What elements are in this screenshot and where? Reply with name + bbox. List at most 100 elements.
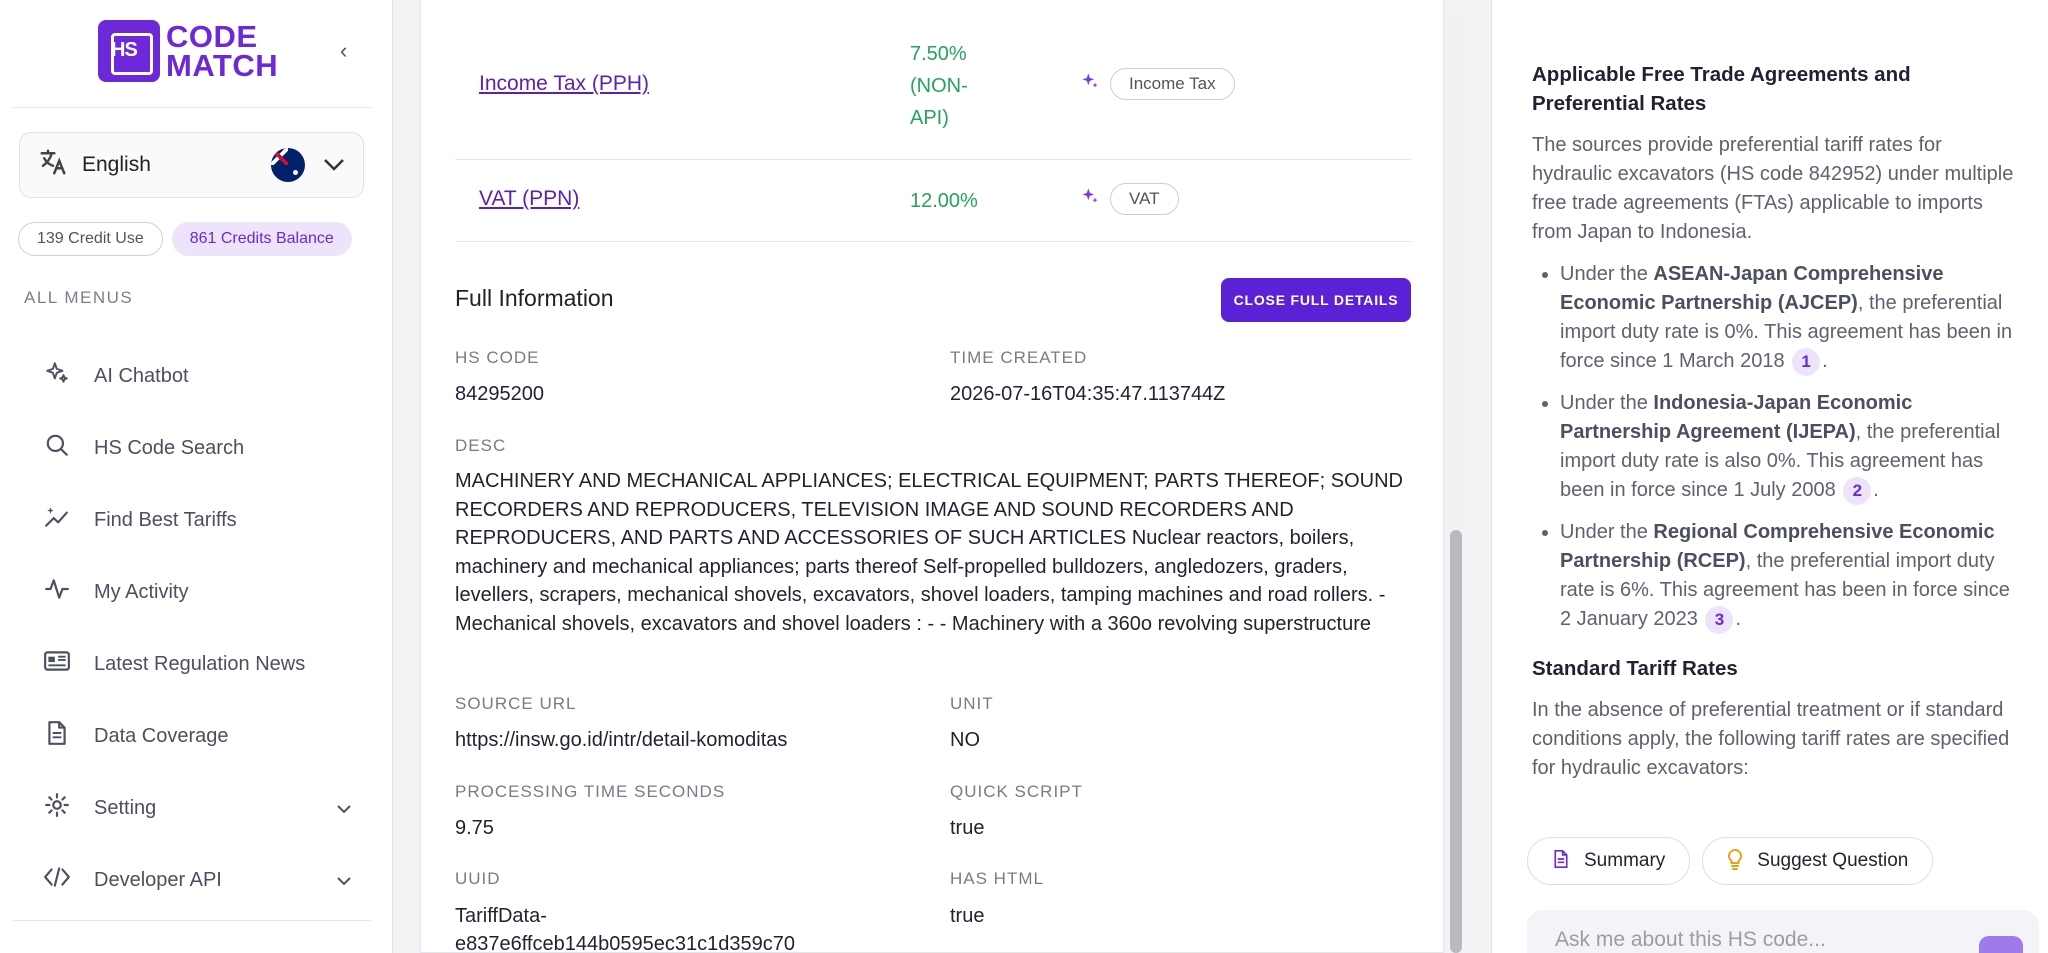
sparkles-icon <box>42 360 72 393</box>
field-label-uuid: UUID <box>455 869 501 888</box>
full-information-title: Full Information <box>455 285 614 311</box>
list-item: Under the ASEAN-Japan Comprehensive Econ… <box>1560 260 2022 376</box>
field-label-hs-code: HS CODE <box>455 348 540 367</box>
sidebar-item-latest-regulation-news[interactable]: Latest Regulation News <box>42 628 352 700</box>
sparkles-icon <box>1080 71 1100 97</box>
tax-rate: 7.50% (NON- API) <box>910 38 968 134</box>
field-value-uuid: TariffData- e837e6ffceb144b0595ec31c1d35… <box>455 902 795 953</box>
list-item: Under the Indonesia-Japan Economic Partn… <box>1560 389 2022 505</box>
field-value-hs-code: 84295200 <box>455 383 544 405</box>
field-label-processing-time: PROCESSING TIME SECONDS <box>455 782 726 801</box>
field-value-has-html: true <box>950 905 985 927</box>
tax-row: Income Tax (PPH) 7.50% (NON- API) Income… <box>455 14 1411 160</box>
summary-label: Summary <box>1584 850 1666 871</box>
sidebar-item-find-best-tariffs[interactable]: Find Best Tariffs <box>42 484 352 556</box>
document-icon <box>42 720 72 753</box>
list-item: Under the Regional Comprehensive Economi… <box>1560 518 2022 634</box>
bullet-prefix: Under the <box>1560 521 1654 543</box>
citation-badge[interactable]: 1 <box>1792 348 1821 376</box>
gear-icon <box>42 792 72 825</box>
logo[interactable]: HS CODE MATCH <box>98 20 278 82</box>
sidebar-item-hs-code-search[interactable]: HS Code Search <box>42 412 352 484</box>
chat-paragraph-2: In the absence of preferential treatment… <box>1532 699 2010 779</box>
sidebar-divider <box>13 920 371 921</box>
chat-panel: Applicable Free Trade Agreements and Pre… <box>1491 0 2048 953</box>
field-value-processing-time: 9.75 <box>455 817 494 839</box>
tax-tag-group: Income Tax <box>1080 68 1235 100</box>
flag-icon <box>271 148 305 182</box>
main-scrollbar-thumb[interactable] <box>1450 530 1462 953</box>
field-label-time-created: TIME CREATED <box>950 348 1088 367</box>
sidebar-item-label: Latest Regulation News <box>94 652 306 675</box>
tax-rate-line: API) <box>910 107 949 129</box>
lightbulb-icon <box>1727 848 1743 875</box>
sidebar-item-label: Developer API <box>94 868 222 891</box>
field-value-source-url: https://insw.go.id/intr/detail-komoditas <box>455 729 788 751</box>
language-label: English <box>82 153 151 176</box>
sidebar-item-label: My Activity <box>94 580 189 603</box>
chat-paragraph: The sources provide preferential tariff … <box>1532 134 2014 243</box>
sidebar-item-ai-chatbot[interactable]: AI Chatbot <box>42 340 352 412</box>
sidebar: HS CODE MATCH ‹ English 139 Credit Use 8… <box>0 0 393 953</box>
collapse-sidebar-chevron-left-icon[interactable]: ‹ <box>340 38 347 64</box>
chevron-down-icon <box>336 798 352 819</box>
uuid-line: TariffData- <box>455 905 547 927</box>
logo-mark: HS <box>98 20 160 82</box>
chat-input-container <box>1527 910 2039 953</box>
tax-row: VAT (PPN) 12.00% VAT <box>455 160 1411 242</box>
close-full-details-button[interactable]: CLOSE FULL DETAILS <box>1221 278 1411 322</box>
sidebar-item-label: Find Best Tariffs <box>94 508 237 531</box>
chat-heading: Applicable Free Trade Agreements and Pre… <box>1532 63 1911 115</box>
suggest-question-button[interactable]: Suggest Question <box>1702 837 1934 885</box>
tax-tag-group: VAT <box>1080 183 1179 215</box>
sidebar-item-data-coverage[interactable]: Data Coverage <box>42 700 352 772</box>
chat-input[interactable] <box>1555 910 1975 953</box>
sidebar-item-label: Data Coverage <box>94 724 229 747</box>
sidebar-menu: AI Chatbot HS Code Search Find Best Tari… <box>42 340 352 916</box>
tax-rate-line: (NON- <box>910 75 968 97</box>
activity-icon <box>42 576 72 609</box>
bullet-prefix: Under the <box>1560 263 1654 285</box>
citation-badge[interactable]: 2 <box>1843 477 1872 505</box>
tax-type-tag: Income Tax <box>1110 68 1235 100</box>
field-value-unit: NO <box>950 729 980 751</box>
tax-name-link[interactable]: VAT (PPN) <box>479 187 579 211</box>
sidebar-item-my-activity[interactable]: My Activity <box>42 556 352 628</box>
chat-response: Applicable Free Trade Agreements and Pre… <box>1532 60 2022 840</box>
tax-name-link[interactable]: Income Tax (PPH) <box>479 72 649 96</box>
field-label-source-url: SOURCE URL <box>455 694 577 713</box>
logo-line1: CODE <box>166 19 258 54</box>
search-icon <box>42 432 72 465</box>
document-icon <box>1552 849 1570 874</box>
bullet-prefix: Under the <box>1560 392 1654 414</box>
summary-button[interactable]: Summary <box>1527 837 1691 885</box>
logo-line2: MATCH <box>166 48 279 83</box>
field-value-desc: MACHINERY AND MECHANICAL APPLIANCES; ELE… <box>455 470 1403 635</box>
uuid-line: e837e6ffceb144b0595ec31c1d359c70 <box>455 933 795 953</box>
sparkles-icon <box>1080 186 1100 212</box>
field-value-quick-script: true <box>950 817 985 839</box>
sidebar-item-setting[interactable]: Setting <box>42 772 352 844</box>
send-button[interactable] <box>1979 936 2023 953</box>
chart-sparkle-icon <box>42 504 72 537</box>
language-selector[interactable]: English <box>19 132 364 198</box>
chat-bullet-list: Under the ASEAN-Japan Comprehensive Econ… <box>1532 260 2022 634</box>
field-label-quick-script: QUICK SCRIPT <box>950 782 1083 801</box>
chevron-down-icon <box>336 870 352 891</box>
field-value-time-created: 2026-07-16T04:35:47.113744Z <box>950 383 1226 405</box>
sidebar-item-label: AI Chatbot <box>94 364 189 387</box>
sidebar-item-developer-api[interactable]: Developer API <box>42 844 352 916</box>
chevron-down-icon <box>323 152 345 178</box>
field-label-unit: UNIT <box>950 694 994 713</box>
sidebar-item-label: Setting <box>94 796 157 819</box>
field-label-has-html: HAS HTML <box>950 869 1044 888</box>
field-label-desc: DESC <box>455 436 507 455</box>
credits: 139 Credit Use 861 Credits Balance <box>18 222 352 256</box>
logo-hs-text: HS <box>111 39 138 61</box>
citation-badge[interactable]: 3 <box>1705 606 1734 634</box>
tax-rate-line: 7.50% <box>910 43 967 65</box>
logo-wordmark: CODE MATCH <box>166 19 279 83</box>
sidebar-divider <box>13 107 371 108</box>
tax-rate: 12.00% <box>910 190 978 212</box>
quick-actions: Summary Suggest Question <box>1527 837 1934 885</box>
